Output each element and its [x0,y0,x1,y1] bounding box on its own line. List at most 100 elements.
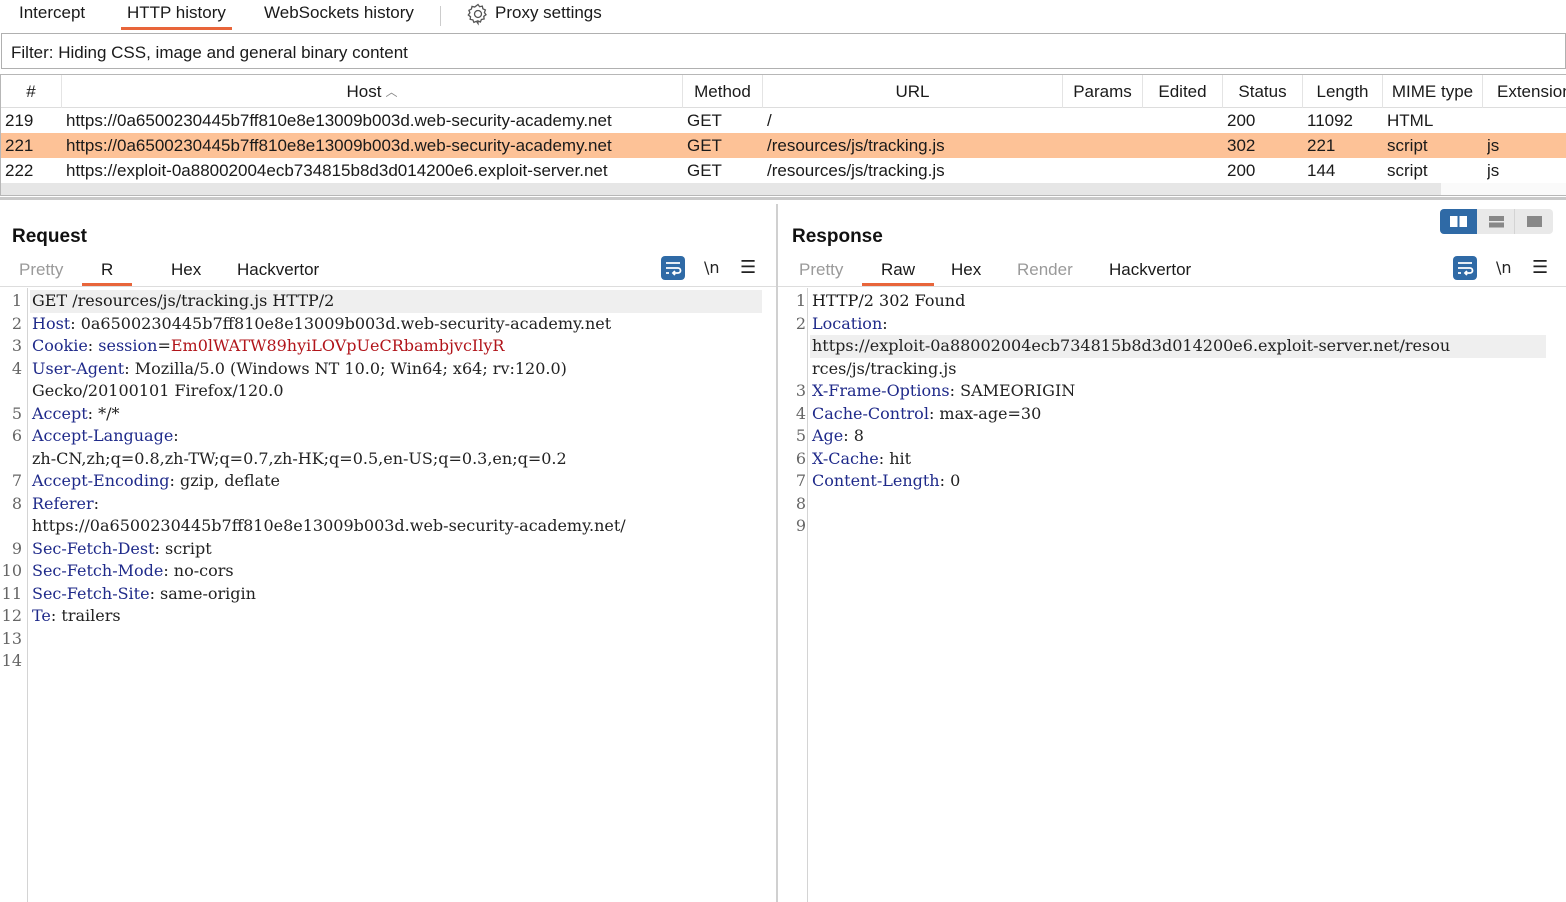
layout-side-by-side-button[interactable] [1440,209,1477,234]
request-tab-raw[interactable]: R [82,260,132,286]
line-text: Cookie: session=Em0lWATW89hyiLOVpUeCRbam… [32,335,504,358]
line-text: Sec-Fetch-Dest: script [32,538,212,561]
header-name: Accept [32,403,88,423]
column-header-host[interactable]: Host ︿ [62,75,683,108]
code-line: zh-CN,zh;q=0.8,zh-TW;q=0.7,zh-HK;q=0.5,e… [0,448,762,471]
response-tab-hex[interactable]: Hex [951,260,981,285]
layout-single-button[interactable] [1516,209,1553,234]
header-name: X-Cache [812,448,879,468]
header-value: : */* [87,403,120,423]
chevron-up-icon: ︿ [385,85,398,99]
cell-edited [1147,133,1221,158]
line-text: X-Cache: hit [812,448,911,471]
text-wrap-icon[interactable] [661,256,685,280]
column-header-number[interactable]: # [1,75,62,108]
line-number: 7 [11,471,22,490]
line-text: Location: [812,313,888,336]
line-number: 14 [1,651,22,670]
tab-websockets-history[interactable]: WebSockets history [264,3,414,30]
cell-params [1067,133,1141,158]
table-row[interactable]: 221 https://0a6500230445b7ff810e8e13009b0… [1,133,1566,158]
response-tab-raw[interactable]: Raw [861,260,935,286]
newline-toggle-icon[interactable]: \n [704,256,720,280]
code-line: 14 [0,650,762,673]
request-line: GET /resources/js/tracking.js HTTP/2 [32,291,335,310]
tab-intercept[interactable]: Intercept [19,3,85,30]
request-line: HTTP/2 302 Found [812,291,966,310]
menu-icon[interactable]: ☰ [1532,256,1548,280]
header-value: : 8 [843,426,864,445]
cell-edited [1147,108,1221,133]
header-name: Age [812,426,844,445]
response-tab-render[interactable]: Render [1017,260,1073,285]
line-text: https://0a6500230445b7ff810e8e13009b003d… [32,515,626,538]
proxy-tabs: Intercept HTTP history WebSockets histor… [0,0,1566,30]
column-header-extension[interactable]: Extension [1483,75,1566,108]
gear-icon[interactable] [466,2,490,26]
line-number: 2 [11,313,22,333]
line-number: 3 [11,336,22,355]
cell-status: 302 [1227,136,1256,155]
response-tab-pretty[interactable]: Pretty [799,260,843,285]
header-name: Host [32,313,71,333]
line-text: Accept-Encoding: gzip, deflate [32,470,280,493]
line-text: zh-CN,zh;q=0.8,zh-TW;q=0.7,zh-HK;q=0.5,e… [32,448,567,471]
header-name: Location [812,313,883,333]
tab-divider [440,6,441,26]
layout-stacked-button[interactable] [1478,209,1515,234]
line-number: 9 [11,538,22,558]
code-line: 8 Referer: [0,493,762,516]
tab-proxy-settings[interactable]: Proxy settings [495,3,602,30]
text-wrap-icon[interactable] [1453,256,1477,280]
column-header-status[interactable]: Status [1223,75,1303,108]
line-text: Cache-Control: max-age=30 [812,403,1041,426]
table-row[interactable]: 222 https://exploit-0a88002004ecb734815b8… [1,158,1566,183]
cell-number: 221 [5,136,34,155]
line-number: 3 [795,381,806,400]
header-name: User-Agent [32,358,125,378]
request-tab-pretty[interactable]: Pretty [19,260,63,285]
header-name: Accept-Language [32,426,174,445]
menu-icon[interactable]: ☰ [740,256,756,280]
column-header-mime-type[interactable]: MIME type [1383,75,1483,108]
newline-toggle-icon[interactable]: \n [1496,256,1512,280]
line-number: 12 [1,606,22,625]
line-text: Content-Length: 0 [812,470,960,493]
cookie-name: session [98,336,158,355]
code-line: 6 Accept-Language: [0,425,762,448]
column-header-length[interactable]: Length [1303,75,1383,108]
filter-bar[interactable]: Filter: Hiding CSS, image and general bi… [1,33,1566,69]
response-tab-hackvertor[interactable]: Hackvertor [1109,260,1191,285]
header-value: : [87,336,99,355]
line-number: 4 [11,358,22,378]
cell-method: GET [687,161,722,180]
layout-toggle-group [1440,209,1553,234]
header-value: : trailers [50,606,121,625]
code-line: https://0a6500230445b7ff810e8e13009b003d… [0,515,762,538]
header-value: : [173,426,179,445]
code-line: 12 Te: trailers [0,605,762,628]
request-editor[interactable]: 1 GET /resources/js/tracking.js HTTP/2 2 Ho… [0,288,776,902]
code-line: rces/js/tracking.js [780,358,1546,381]
code-line: 2 Host: 0a6500230445b7ff810e8e13009b003d.… [0,313,762,336]
request-tab-hackvertor[interactable]: Hackvertor [237,260,319,285]
column-header-edited[interactable]: Edited [1143,75,1223,108]
line-number: 6 [795,448,806,468]
cell-method: GET [687,111,722,130]
code-line: Gecko/20100101 Firefox/120.0 [0,380,762,403]
horizontal-scrollbar-thumb[interactable] [1,183,1441,195]
column-header-method[interactable]: Method [683,75,763,108]
header-value: : [93,493,100,513]
tab-http-history[interactable]: HTTP history [121,3,232,30]
header-value: zh-CN,zh;q=0.8,zh-TW;q=0.7,zh-HK;q=0.5,e… [32,448,567,468]
column-header-url[interactable]: URL [763,75,1063,108]
table-row[interactable]: 219 https://0a6500230445b7ff810e8e13009b0… [1,108,1566,133]
header-name: Sec-Fetch-Mode [32,561,164,580]
line-number: 9 [795,516,806,535]
line-text: HTTP/2 302 Found [812,290,965,313]
column-header-params[interactable]: Params [1063,75,1143,108]
request-tab-hex[interactable]: Hex [171,260,201,285]
line-number: 13 [1,628,22,648]
response-editor[interactable]: 1 HTTP/2 302 Found 2 Location: https://explo… [778,288,1566,902]
line-text: Host: 0a6500230445b7ff810e8e13009b003d.w… [32,313,611,336]
